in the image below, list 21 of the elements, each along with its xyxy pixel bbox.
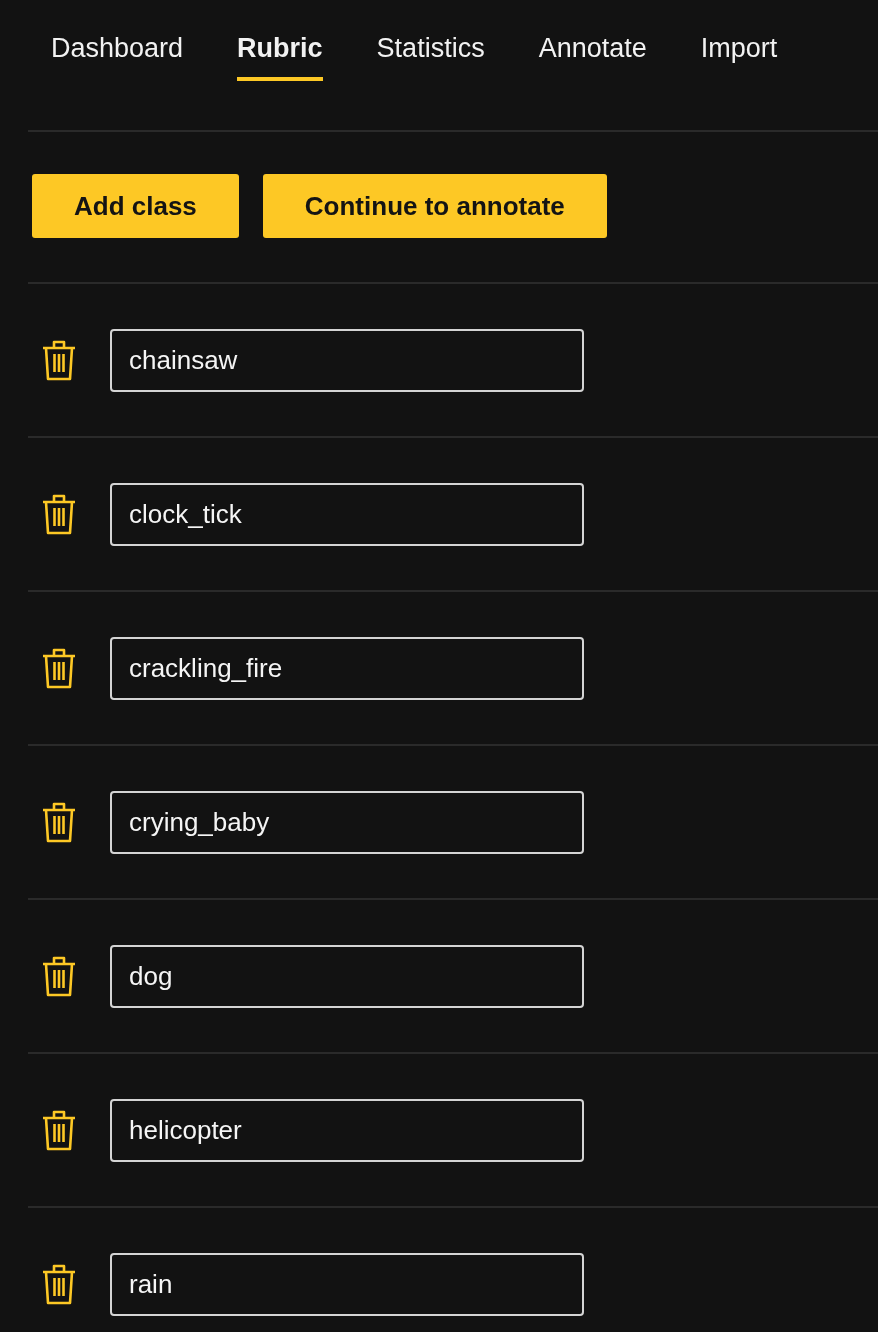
class-name-field[interactable]: crackling_fire	[110, 636, 584, 700]
action-button[interactable]: Add class	[32, 174, 239, 238]
trash-icon[interactable]	[42, 1263, 76, 1305]
nav-tab[interactable]: Dashboard	[51, 0, 184, 81]
trash-icon[interactable]	[42, 493, 76, 535]
nav-tab[interactable]: Annotate	[538, 0, 647, 81]
trash-icon[interactable]	[42, 1109, 76, 1151]
trash-icon[interactable]	[42, 801, 76, 843]
nav-tab[interactable]: Rubric	[237, 0, 323, 81]
class-name-field[interactable]: crying_baby	[110, 790, 584, 854]
trash-icon[interactable]	[42, 647, 76, 689]
class-name-field[interactable]: helicopter	[110, 1098, 584, 1162]
class-name-field[interactable]: rain	[110, 1252, 584, 1316]
nav-tab[interactable]: Statistics	[376, 0, 485, 81]
class-name-field[interactable]: dog	[110, 944, 584, 1008]
class-name-field[interactable]: chainsaw	[110, 328, 584, 392]
nav-tab[interactable]: Import	[700, 0, 778, 81]
class-name-field[interactable]: clock_tick	[110, 482, 584, 546]
trash-icon[interactable]	[42, 339, 76, 381]
trash-icon[interactable]	[42, 955, 76, 997]
action-button[interactable]: Continue to annotate	[262, 174, 607, 238]
